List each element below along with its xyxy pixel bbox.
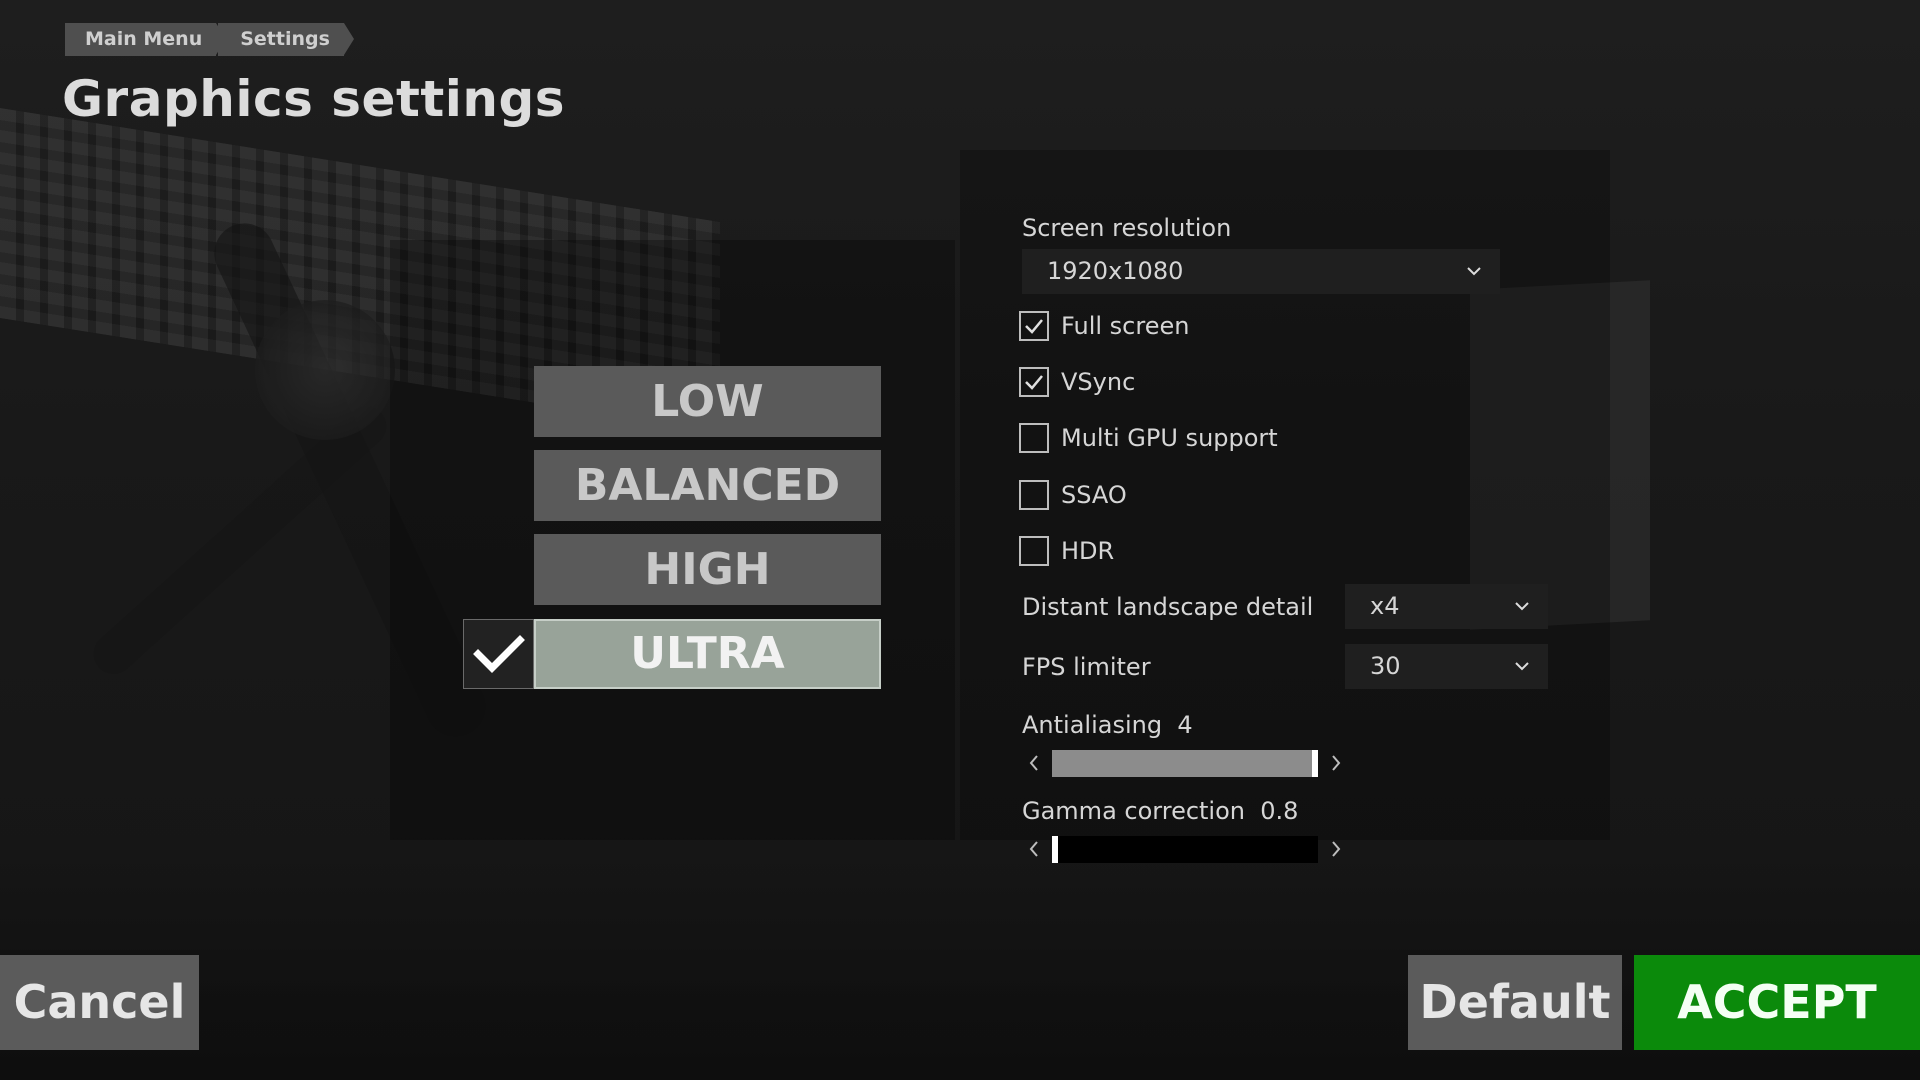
hdr-option[interactable]: HDR <box>1019 535 1114 567</box>
screen-resolution-dropdown[interactable]: 1920x1080 <box>1022 249 1500 294</box>
distant-landscape-value: x4 <box>1370 592 1400 620</box>
antialiasing-track[interactable] <box>1052 749 1318 777</box>
full-screen-checkbox[interactable] <box>1019 311 1049 341</box>
checkmark-icon <box>1025 375 1043 390</box>
chevron-down-icon <box>1467 267 1481 276</box>
breadcrumb: Main Menu Settings <box>65 23 354 56</box>
propeller-hub <box>255 300 395 440</box>
gamma-correction-slider[interactable] <box>1025 834 1345 864</box>
page-title: Graphics settings <box>62 70 566 128</box>
full-screen-label: Full screen <box>1061 312 1190 340</box>
screen-resolution-value: 1920x1080 <box>1047 257 1184 285</box>
gamma-correction-thumb[interactable] <box>1052 835 1058 863</box>
preset-high-button[interactable]: HIGH <box>534 534 881 605</box>
accept-button[interactable]: ACCEPT <box>1634 955 1920 1050</box>
preset-balanced-button[interactable]: BALANCED <box>534 450 881 521</box>
chevron-down-icon <box>1515 602 1529 611</box>
breadcrumb-settings[interactable]: Settings <box>218 23 354 56</box>
default-button[interactable]: Default <box>1408 955 1622 1050</box>
antialiasing-slider[interactable] <box>1025 748 1345 778</box>
multi-gpu-label: Multi GPU support <box>1061 424 1278 452</box>
floor-shadow <box>0 840 1920 1080</box>
gamma-correction-label-text: Gamma correction <box>1022 797 1245 825</box>
breadcrumb-main-menu[interactable]: Main Menu <box>65 23 227 56</box>
vsync-label: VSync <box>1061 368 1136 396</box>
vsync-option[interactable]: VSync <box>1019 366 1135 398</box>
antialiasing-label: Antialiasing 4 <box>1022 711 1193 739</box>
chevron-right-icon[interactable] <box>1327 751 1345 775</box>
hdr-label: HDR <box>1061 537 1115 565</box>
gamma-correction-track[interactable] <box>1052 835 1318 863</box>
chevron-right-icon[interactable] <box>1327 837 1345 861</box>
chevron-left-icon[interactable] <box>1025 837 1043 861</box>
preset-ultra-button[interactable]: ULTRA <box>534 619 881 689</box>
fps-limiter-dropdown[interactable]: 30 <box>1345 644 1548 689</box>
fps-limiter-value: 30 <box>1370 652 1401 680</box>
chevron-left-icon[interactable] <box>1025 751 1043 775</box>
gamma-correction-label: Gamma correction 0.8 <box>1022 797 1298 825</box>
antialiasing-value: 4 <box>1177 711 1193 739</box>
ssao-label: SSAO <box>1061 481 1127 509</box>
full-screen-option[interactable]: Full screen <box>1019 310 1189 342</box>
chevron-down-icon <box>1515 662 1529 671</box>
multi-gpu-option[interactable]: Multi GPU support <box>1019 422 1278 454</box>
hdr-checkbox[interactable] <box>1019 536 1049 566</box>
multi-gpu-checkbox[interactable] <box>1019 423 1049 453</box>
ssao-checkbox[interactable] <box>1019 480 1049 510</box>
distant-landscape-dropdown[interactable]: x4 <box>1345 584 1548 629</box>
cancel-button[interactable]: Cancel <box>0 955 199 1050</box>
gamma-correction-value: 0.8 <box>1260 797 1299 825</box>
checkmark-icon <box>1025 319 1043 334</box>
ssao-option[interactable]: SSAO <box>1019 479 1127 511</box>
antialiasing-label-text: Antialiasing <box>1022 711 1163 739</box>
checkmark-icon <box>463 619 534 689</box>
screen-resolution-label: Screen resolution <box>1022 214 1232 242</box>
vsync-checkbox[interactable] <box>1019 367 1049 397</box>
fps-limiter-label: FPS limiter <box>1022 653 1151 681</box>
preset-low-button[interactable]: LOW <box>534 366 881 437</box>
distant-landscape-label: Distant landscape detail <box>1022 593 1314 621</box>
antialiasing-thumb[interactable] <box>1312 749 1318 777</box>
hangar-background <box>0 0 1920 1080</box>
